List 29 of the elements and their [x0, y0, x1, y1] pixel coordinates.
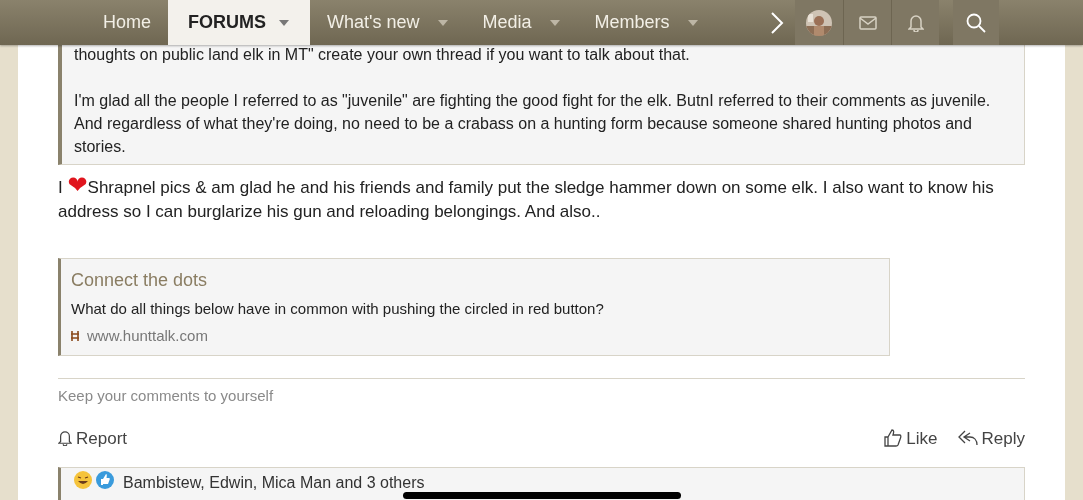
link-url: www.hunttalk.com — [87, 325, 208, 346]
search-icon[interactable] — [953, 0, 999, 45]
reactions-bar[interactable]: Bambistew, Edwin, Mica Man and 3 others — [58, 467, 1025, 500]
avatar-button[interactable] — [795, 0, 843, 45]
reply-arrow-icon — [957, 430, 978, 447]
thumbs-up-emoji-icon — [95, 470, 115, 490]
nav-tab[interactable]: Media — [465, 0, 578, 45]
laughing-emoji-icon — [73, 470, 93, 490]
link-preview-card[interactable]: Connect the dots What do all things below have in common with pushing the circled in red button? www.hunttalk.com — [58, 258, 890, 356]
action-link[interactable]: Like — [884, 425, 938, 451]
chevron-right-icon[interactable] — [770, 10, 784, 35]
signature-text: Keep your comments to yourself — [58, 386, 275, 406]
quote-text: I'm glad all the people I referred to as "juvenile" are fighting the good fight for the elk. ButnI referred to their comments as juvenile. And regardless of what they're doing, no need to be a crabass on a hunting form because someone shared hunting photos and stories. — [74, 91, 992, 157]
action-link[interactable]: Reply — [957, 425, 1025, 451]
bell-icon[interactable] — [891, 0, 939, 45]
bell-icon — [58, 430, 72, 447]
site-favicon-icon — [71, 329, 79, 342]
quote-text: thoughts on public land elk in MT" create your own thread if you want to talk about that. — [74, 45, 691, 65]
nav-tab[interactable]: FORUMS — [168, 0, 310, 45]
nav-tab[interactable]: What's new — [310, 0, 466, 45]
reactions-text[interactable]: Bambistew, Edwin, Mica Man and 3 others — [123, 471, 425, 495]
nav-tab[interactable]: Members — [577, 0, 716, 45]
message-text: I ❤Shrapnel pics & am glad he and his friends and family put the sledge hammer down on some elk. I also want to know his address so I can burglarize his gun and reloading belongings. And also.. — [58, 173, 995, 223]
nav-tab[interactable]: Home — [86, 0, 168, 45]
mail-icon[interactable] — [843, 0, 891, 45]
action-link[interactable]: Report — [58, 425, 128, 451]
thumbs-up-icon — [884, 429, 903, 448]
link-description: What do all things below have in common with pushing the circled in red button? — [71, 299, 605, 319]
link-title: Connect the dots — [71, 269, 209, 292]
